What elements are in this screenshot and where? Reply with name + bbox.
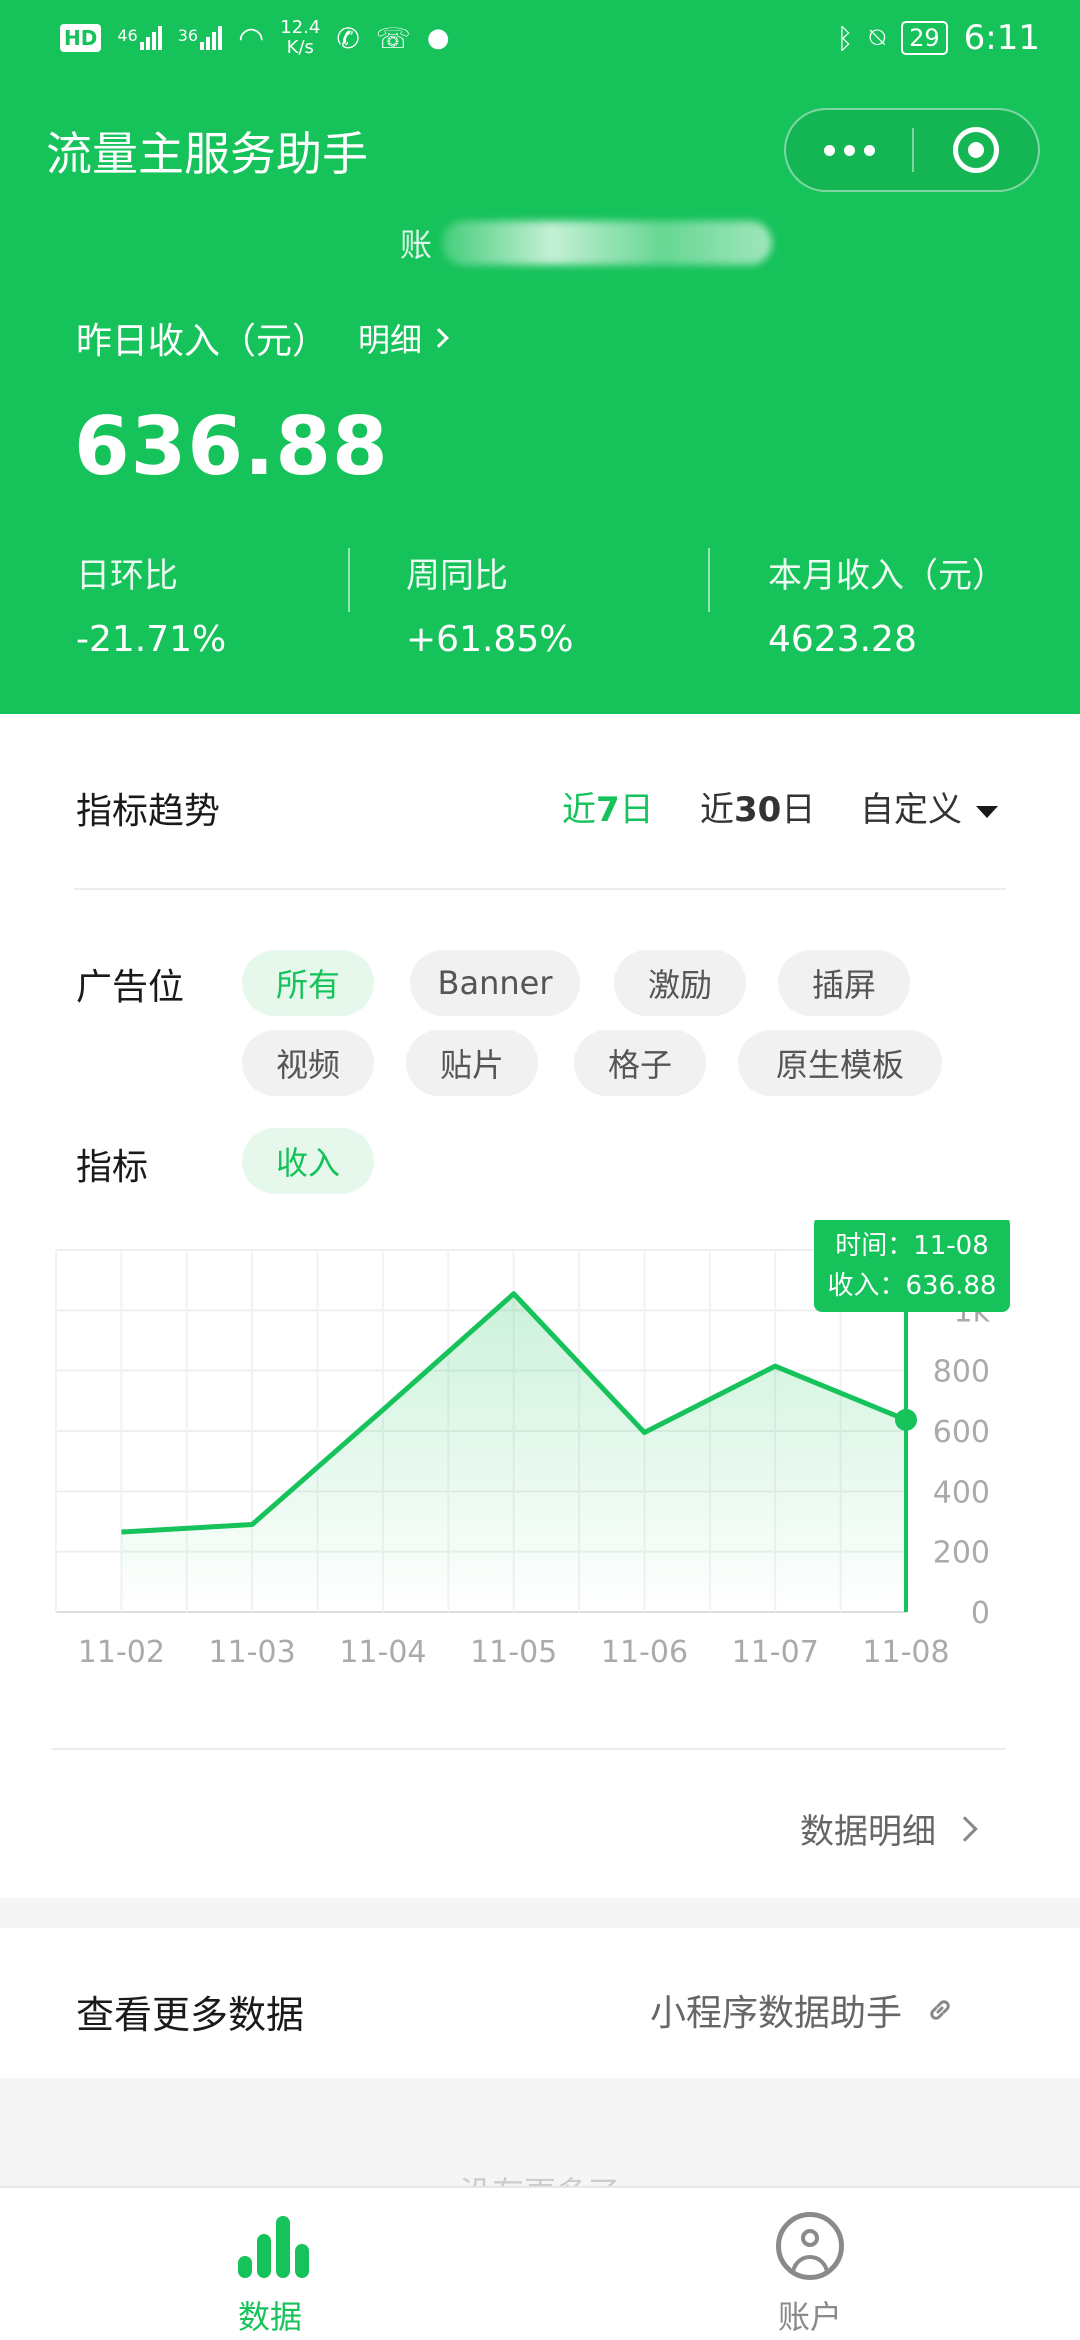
- bottom-tab-bar: 数据 账户: [0, 2186, 1080, 2340]
- bluetooth-icon: ᛒ: [836, 21, 854, 55]
- more-menu-button[interactable]: [786, 110, 912, 190]
- metric-label: 指标: [76, 1147, 149, 1188]
- range-custom-dropdown[interactable]: 自定义: [860, 782, 998, 831]
- account-label: 账: [400, 226, 433, 264]
- summary-header: HD 46 36 ◠ 12.4 K/s ✆ ☏ ● ᛒ ⍉ 29 6:11 流量…: [0, 0, 1080, 714]
- y-tick-label: 800: [933, 1355, 990, 1390]
- app-title: 流量主服务助手: [46, 127, 368, 181]
- tab-data[interactable]: 数据: [0, 2188, 540, 2340]
- caret-down-icon: [976, 805, 998, 818]
- data-detail-link[interactable]: 数据明细: [800, 1804, 978, 1853]
- stat-divider: [348, 548, 350, 612]
- account-redacted: [442, 221, 773, 265]
- x-tick-label: 11-03: [209, 1635, 296, 1670]
- y-tick-label: 600: [933, 1415, 990, 1450]
- x-tick-label: 11-05: [470, 1635, 557, 1670]
- wechat-icon: ●: [426, 23, 450, 53]
- ad-slot-chip-native-template[interactable]: 原生模板: [738, 1030, 942, 1096]
- tab-account-label: 账户: [777, 2298, 842, 2336]
- trend-title: 指标趋势: [76, 791, 221, 832]
- metric-chip-income[interactable]: 收入: [242, 1128, 374, 1194]
- link-icon: [930, 2000, 950, 2020]
- signal-icon-2: 36: [178, 26, 223, 50]
- x-tick-label: 11-04: [339, 1635, 426, 1670]
- mute-icon: ⍉: [869, 22, 886, 53]
- tab-data-label: 数据: [237, 2298, 302, 2336]
- hd-indicator: HD: [60, 24, 102, 52]
- close-mini-program-button[interactable]: [914, 110, 1038, 190]
- account-line: 账: [400, 220, 773, 266]
- wifi-icon: ◠: [238, 20, 265, 56]
- battery-icon: 29: [901, 21, 948, 55]
- y-tick-label: 200: [933, 1536, 990, 1571]
- stat-month-income: 本月收入（元） 4623.28: [768, 556, 1006, 660]
- user-icon: [776, 2212, 844, 2280]
- more-dots-icon: [823, 144, 875, 156]
- call-icon: ☏: [375, 21, 411, 55]
- ad-slot-chip-reward[interactable]: 激励: [614, 950, 746, 1016]
- range-30-days[interactable]: 近30日: [700, 782, 815, 831]
- yesterday-income-value: 636.88: [74, 400, 389, 493]
- network-speed: 12.4 K/s: [280, 17, 321, 58]
- yesterday-income-label: 昨日收入（元） 明细: [76, 312, 449, 364]
- ad-slot-label: 广告位: [76, 967, 185, 1008]
- x-tick-label: 11-02: [78, 1635, 165, 1670]
- x-tick-label: 11-06: [601, 1635, 688, 1670]
- user-icon-wrap: [770, 2212, 850, 2282]
- stat-divider: [708, 548, 710, 612]
- chevron-right-icon: [429, 328, 449, 348]
- ad-slot-chip-preroll[interactable]: 贴片: [406, 1030, 538, 1096]
- x-tick-label: 11-08: [862, 1635, 949, 1670]
- target-icon: [952, 127, 999, 173]
- summary-stats: 日环比 -21.71% 周同比 +61.85% 本月收入（元） 4623.28: [0, 548, 1080, 678]
- mini-program-capsule: [784, 108, 1040, 192]
- series-area: [121, 1293, 906, 1612]
- divider: [74, 888, 1006, 890]
- chevron-right-icon: [952, 1815, 978, 1842]
- tab-account[interactable]: 账户: [540, 2188, 1080, 2340]
- ad-slot-chip-banner[interactable]: Banner: [410, 950, 580, 1016]
- active-data-point: [895, 1408, 917, 1431]
- bar-chart-icon: [230, 2212, 310, 2282]
- ad-slot-chip-interstitial[interactable]: 插屏: [778, 950, 910, 1016]
- y-tick-label: 0: [971, 1596, 990, 1631]
- ad-slot-chip-all[interactable]: 所有: [242, 950, 374, 1016]
- more-data-title: 查看更多数据: [76, 1993, 305, 2037]
- y-tick-label: 400: [933, 1475, 990, 1510]
- range-7-days[interactable]: 近7日: [562, 782, 654, 831]
- tooltip-time: 时间：11-08: [835, 1231, 989, 1261]
- missed-call-icon: ✆: [336, 21, 360, 55]
- clock: 6:11: [963, 18, 1040, 58]
- signal-icon-1: 46: [117, 26, 162, 50]
- data-helper-link[interactable]: 小程序数据助手: [650, 1984, 954, 2036]
- ad-slot-chip-grid[interactable]: 格子: [574, 1030, 706, 1096]
- status-bar: HD 46 36 ◠ 12.4 K/s ✆ ☏ ● ᛒ ⍉ 29 6:11: [0, 0, 1080, 76]
- stat-week-over-week: 周同比 +61.85%: [406, 556, 574, 660]
- income-trend-chart[interactable]: 02004006008001k1.2k11-0211-0311-0411-051…: [0, 1220, 1080, 1680]
- income-detail-link[interactable]: 明细: [358, 315, 449, 361]
- divider: [52, 1748, 1006, 1750]
- stat-day-over-day: 日环比 -21.71%: [76, 556, 227, 660]
- x-tick-label: 11-07: [732, 1635, 819, 1670]
- tooltip-value: 收入：636.88: [828, 1271, 997, 1301]
- ad-slot-chip-video[interactable]: 视频: [242, 1030, 374, 1096]
